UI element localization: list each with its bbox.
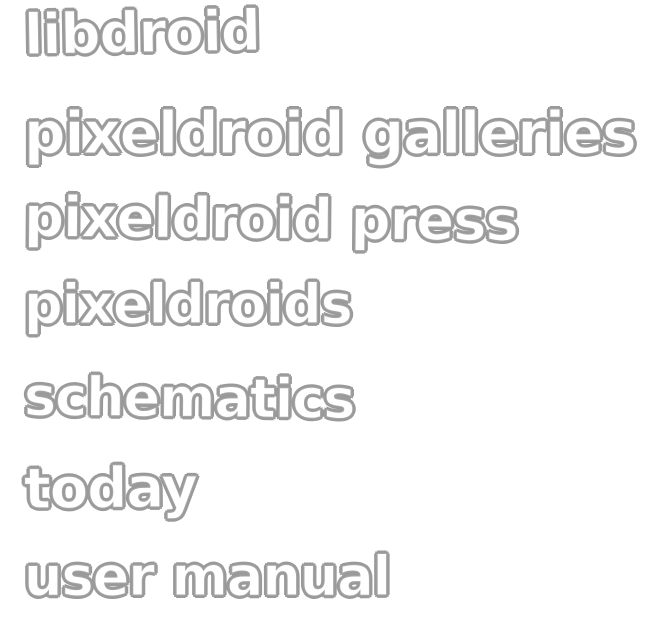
nav-link-pixeldroid-galleries[interactable]: pixeldroid galleries [24, 104, 638, 163]
nav-link-today[interactable]: today [23, 455, 197, 523]
main-navigation: libdroid pixeldroid galleries pixeldroid… [0, 0, 650, 630]
nav-link-schematics[interactable]: schematics [23, 365, 355, 432]
nav-link-libdroid[interactable]: libdroid [23, 0, 261, 68]
nav-link-user-manual[interactable]: user manual [23, 549, 391, 604]
nav-link-pixeldroids[interactable]: pixeldroids [24, 277, 354, 332]
nav-link-pixeldroid-press[interactable]: pixeldroid press [23, 185, 518, 255]
